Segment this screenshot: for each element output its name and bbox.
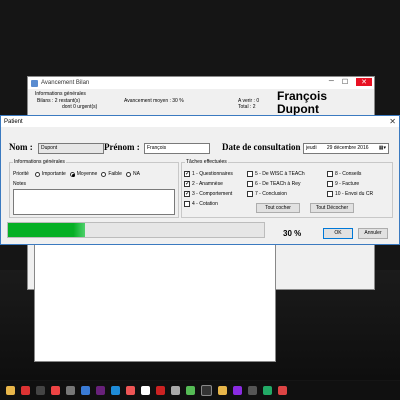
info-group-caption: Informations générales bbox=[13, 159, 66, 165]
nom-label: Nom : bbox=[9, 142, 33, 152]
total: Total : 2 bbox=[238, 104, 256, 110]
dialog-titlebar[interactable]: Patient bbox=[1, 116, 399, 127]
info-group: Informations générales Priorité Importan… bbox=[9, 159, 179, 218]
nom-field[interactable]: Dupont bbox=[38, 143, 104, 154]
radio-importante[interactable]: Importante bbox=[34, 171, 66, 177]
filezilla-icon[interactable] bbox=[51, 386, 60, 395]
radio-na[interactable]: NA bbox=[125, 171, 140, 177]
section-label: Informations générales bbox=[35, 91, 86, 97]
progress-text: 30 % bbox=[283, 229, 302, 238]
tasks-group-caption: Tâches effectuées bbox=[185, 159, 228, 165]
background-window-title: Avancement Bilan bbox=[41, 80, 90, 86]
tasks-col-1: ✓ 1 - Questionnaires ✓ 2 - Anamnèse ✓ 3 - C… bbox=[184, 169, 233, 209]
progress-bar bbox=[7, 222, 265, 238]
progress-fill bbox=[8, 223, 85, 237]
prenom-label: Prénom : bbox=[104, 142, 140, 152]
app-icon-purple[interactable] bbox=[233, 386, 242, 395]
prenom-field[interactable]: François bbox=[144, 143, 210, 154]
visual-studio-icon[interactable] bbox=[96, 386, 105, 395]
task-1-checkbox[interactable]: ✓ 1 - Questionnaires bbox=[184, 169, 233, 179]
app-icon-red-3[interactable] bbox=[156, 386, 165, 395]
tasks-group: Tâches effectuées ✓ 1 - Questionnaires ✓ 2… bbox=[181, 159, 393, 218]
dont-line: dont 0 urgent(s) bbox=[62, 104, 98, 110]
radio-moyenne[interactable]: Moyenne bbox=[69, 171, 97, 177]
app-icon-dark[interactable] bbox=[36, 386, 45, 395]
date-picker[interactable]: jeudi 29 décembre 2016 ▦▾ bbox=[303, 143, 389, 154]
app-icon-red-4[interactable] bbox=[278, 386, 287, 395]
ok-button[interactable]: OK bbox=[323, 228, 353, 239]
tout-decocher-button[interactable]: Tout Décocher bbox=[310, 203, 354, 213]
notes-textarea[interactable] bbox=[13, 189, 175, 215]
dialog-close-icon[interactable]: ✕ bbox=[389, 117, 396, 126]
app-icon-green[interactable] bbox=[186, 386, 195, 395]
patient-list[interactable] bbox=[34, 232, 276, 362]
app-icon-blue-2[interactable] bbox=[111, 386, 120, 395]
app-icon-red-2[interactable] bbox=[126, 386, 135, 395]
tasks-col-2: 5 - De WISC à TEACh 6 - De TEACh à Rey 7… bbox=[247, 169, 305, 199]
task-3-checkbox[interactable]: ✓ 3 - Comportement bbox=[184, 189, 233, 199]
priority-row: Priorité Importante Moyenne Faible NA bbox=[13, 171, 144, 177]
file-explorer-icon[interactable] bbox=[6, 386, 15, 395]
app-icon-yellow[interactable] bbox=[218, 386, 227, 395]
app-icon bbox=[31, 79, 38, 87]
calendar-icon[interactable]: ▦▾ bbox=[379, 144, 386, 153]
app-icon-red[interactable] bbox=[21, 386, 30, 395]
task-2-checkbox[interactable]: ✓ 2 - Anamnèse bbox=[184, 179, 233, 189]
task-7-checkbox[interactable]: 7 - Conclusion bbox=[247, 189, 305, 199]
app-icon-gray-3[interactable] bbox=[248, 386, 257, 395]
maximize-icon[interactable]: ☐ bbox=[342, 78, 348, 86]
priorite-label: Priorité bbox=[13, 171, 29, 177]
notes-label: Notes bbox=[13, 181, 27, 187]
avancement: Avancement moyen : 30 % bbox=[124, 98, 184, 104]
app-icon-gray[interactable] bbox=[66, 386, 75, 395]
annuler-button[interactable]: Annuler bbox=[358, 228, 388, 239]
close-icon[interactable]: ✕ bbox=[356, 78, 372, 86]
app-icon-white[interactable] bbox=[141, 386, 150, 395]
task-5-checkbox[interactable]: 5 - De WISC à TEACh bbox=[247, 169, 305, 179]
task-6-checkbox[interactable]: 6 - De TEACh à Rey bbox=[247, 179, 305, 189]
background-window-titlebar[interactable]: Avancement Bilan ─ ☐ ✕ bbox=[28, 77, 374, 89]
taskbar bbox=[0, 381, 400, 400]
date-label: Date de consultation : bbox=[222, 142, 306, 152]
tout-cocher-button[interactable]: Tout cocher bbox=[256, 203, 300, 213]
app-icon-green-2[interactable] bbox=[263, 386, 272, 395]
minimize-icon[interactable]: ─ bbox=[329, 78, 334, 86]
patient-name-display: François Dupont bbox=[277, 90, 327, 116]
tasks-col-3: 8 - Conseils 9 - Facture 10 - Envoi du C… bbox=[327, 169, 373, 199]
app-icon-blue[interactable] bbox=[81, 386, 90, 395]
task-8-checkbox[interactable]: 8 - Conseils bbox=[327, 169, 373, 179]
task-4-checkbox[interactable]: 4 - Cotation bbox=[184, 199, 233, 209]
dialog-title: Patient bbox=[4, 118, 23, 125]
radio-faible[interactable]: Faible bbox=[101, 171, 122, 177]
app-icon-gray-2[interactable] bbox=[171, 386, 180, 395]
date-day: jeudi bbox=[306, 145, 317, 151]
task-10-checkbox[interactable]: 10 - Envoi du CR bbox=[327, 189, 373, 199]
app-icon-sc[interactable] bbox=[201, 385, 212, 396]
date-value: 29 décembre 2016 bbox=[326, 145, 369, 151]
task-9-checkbox[interactable]: 9 - Facture bbox=[327, 179, 373, 189]
